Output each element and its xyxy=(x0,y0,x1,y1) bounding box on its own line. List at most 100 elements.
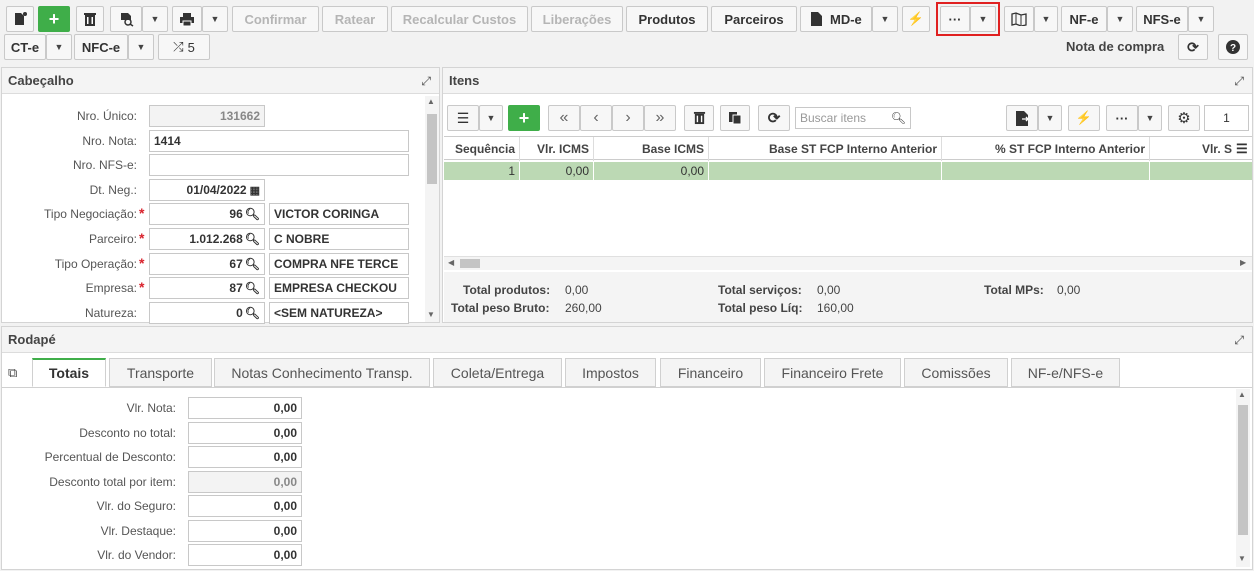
column-header-sequencia[interactable]: Sequência xyxy=(444,137,520,161)
parceiro-code-field[interactable]: 1.012.268 🔍︎ xyxy=(149,228,265,250)
map-dropdown[interactable]: ▼ xyxy=(1034,6,1058,32)
cabecalho-scrollbar[interactable]: ▲ ▼ xyxy=(425,96,439,322)
cte-button[interactable]: CT-e xyxy=(4,34,46,60)
vlr-vendor-field[interactable]: 0,00 xyxy=(188,544,302,566)
scroll-down-icon[interactable]: ▼ xyxy=(427,310,435,319)
scroll-thumb[interactable] xyxy=(1238,405,1248,535)
tipo-op-code-field[interactable]: 67 🔍︎ xyxy=(149,253,265,275)
document-search-button[interactable] xyxy=(110,6,142,32)
shuffle-button[interactable]: ⤮ 5 xyxy=(158,34,210,60)
export-dropdown[interactable]: ▼ xyxy=(1038,105,1062,131)
nfe-dropdown[interactable]: ▼ xyxy=(1107,6,1133,32)
search-icon[interactable]: 🔍︎ xyxy=(245,207,260,221)
tab-totais[interactable]: Totais xyxy=(32,358,106,387)
liberacoes-button[interactable]: Liberações xyxy=(531,6,623,32)
tab-comissoes[interactable]: Comissões xyxy=(904,358,1008,387)
nfce-dropdown[interactable]: ▼ xyxy=(128,34,154,60)
items-more-dropdown[interactable]: ▼ xyxy=(1138,105,1162,131)
page-number-input[interactable]: 1 xyxy=(1204,105,1249,131)
scroll-up-icon[interactable]: ▲ xyxy=(1238,390,1246,399)
natureza-code-field[interactable]: 0 🔍︎ xyxy=(149,302,265,324)
column-header-base-icms[interactable]: Base ICMS xyxy=(594,137,709,161)
vlr-seguro-field[interactable]: 0,00 xyxy=(188,495,302,517)
dt-neg-field[interactable]: 01/04/2022 ▦ xyxy=(149,179,265,201)
print-button[interactable] xyxy=(172,6,202,32)
expand-icon[interactable]: ⤢ xyxy=(1234,333,1244,348)
produtos-button[interactable]: Produtos xyxy=(626,6,708,32)
ratear-button[interactable]: Ratear xyxy=(322,6,388,32)
last-page-button[interactable]: » xyxy=(644,105,676,131)
nfse-button[interactable]: NFS-e xyxy=(1136,6,1188,32)
print-dropdown[interactable]: ▼ xyxy=(202,6,228,32)
column-menu-icon[interactable]: ☰ xyxy=(1236,141,1248,157)
scroll-thumb[interactable] xyxy=(460,259,480,268)
scroll-down-icon[interactable]: ▼ xyxy=(1238,554,1246,563)
refresh-items-button[interactable]: ⟳ xyxy=(758,105,790,131)
tipo-op-desc-field[interactable]: COMPRA NFE TERCE xyxy=(269,253,409,275)
mde-dropdown[interactable]: ▼ xyxy=(872,6,898,32)
expand-icon[interactable]: ⤢ xyxy=(1234,74,1244,89)
cte-dropdown[interactable]: ▼ xyxy=(46,34,72,60)
items-hscrollbar[interactable]: ◀ ▶ xyxy=(444,256,1252,270)
calendar-icon[interactable]: ▦ xyxy=(250,184,260,197)
column-header-vlr-s[interactable]: Vlr. S xyxy=(1150,137,1236,161)
tab-coleta-entrega[interactable]: Coleta/Entrega xyxy=(433,358,562,387)
vlr-destaque-field[interactable]: 0,00 xyxy=(188,520,302,542)
delete-button[interactable] xyxy=(76,6,104,32)
lightning-button[interactable]: ⚡ xyxy=(902,6,930,32)
prev-page-button[interactable]: ‹ xyxy=(580,105,612,131)
first-page-button[interactable]: « xyxy=(548,105,580,131)
column-header-pct-st-fcp[interactable]: % ST FCP Interno Anterior xyxy=(942,137,1150,161)
parceiro-desc-field[interactable]: C NOBRE xyxy=(269,228,409,250)
rodape-scrollbar[interactable]: ▲ ▼ xyxy=(1236,389,1250,567)
scroll-up-icon[interactable]: ▲ xyxy=(427,97,435,106)
nfce-button[interactable]: NFC-e xyxy=(74,34,128,60)
copy-item-button[interactable] xyxy=(720,105,750,131)
parceiros-button[interactable]: Parceiros xyxy=(711,6,797,32)
refresh-config-button[interactable]: ⟳ xyxy=(1178,34,1208,60)
scroll-thumb[interactable] xyxy=(427,114,437,184)
natureza-desc-field[interactable]: <SEM NATUREZA> xyxy=(269,302,409,324)
document-search-dropdown[interactable]: ▼ xyxy=(142,6,168,32)
table-row[interactable]: 1 0,00 0,00 xyxy=(444,162,1252,180)
add-button[interactable]: + xyxy=(38,6,70,32)
percentual-desconto-field[interactable]: 0,00 xyxy=(188,446,302,468)
tab-financeiro[interactable]: Financeiro xyxy=(660,358,761,387)
list-view-button[interactable]: ☰ xyxy=(447,105,479,131)
scroll-left-icon[interactable]: ◀ xyxy=(448,258,454,267)
search-items-input[interactable]: Buscar itens 🔍︎ xyxy=(795,107,911,129)
search-icon[interactable]: 🔍︎ xyxy=(245,232,260,246)
tab-impostos[interactable]: Impostos xyxy=(565,358,656,387)
nfse-dropdown[interactable]: ▼ xyxy=(1188,6,1214,32)
scroll-right-icon[interactable]: ▶ xyxy=(1240,258,1246,267)
nro-nota-field[interactable]: 1414 xyxy=(149,130,409,152)
empresa-desc-field[interactable]: EMPRESA CHECKOU xyxy=(269,277,409,299)
delete-item-button[interactable] xyxy=(684,105,714,131)
next-page-button[interactable]: › xyxy=(612,105,644,131)
column-header-vlr-icms[interactable]: Vlr. ICMS xyxy=(520,137,594,161)
settings-button[interactable]: ⚙ xyxy=(1168,105,1200,131)
items-lightning-button[interactable]: ⚡ xyxy=(1068,105,1100,131)
tab-nfe-nfse[interactable]: NF-e/NFS-e xyxy=(1011,358,1120,387)
mde-button[interactable]: MD-e xyxy=(800,6,872,32)
confirmar-button[interactable]: Confirmar xyxy=(232,6,319,32)
desconto-total-field[interactable]: 0,00 xyxy=(188,422,302,444)
recalcular-custos-button[interactable]: Recalcular Custos xyxy=(391,6,528,32)
tipo-neg-desc-field[interactable]: VICTOR CORINGA xyxy=(269,203,409,225)
items-more-button[interactable]: ··· xyxy=(1106,105,1138,131)
map-button[interactable] xyxy=(1004,6,1034,32)
search-icon[interactable]: 🔍︎ xyxy=(245,306,260,320)
search-icon[interactable]: 🔍︎ xyxy=(245,257,260,271)
nro-nfse-field[interactable] xyxy=(149,154,409,176)
expand-icon[interactable]: ⤢ xyxy=(421,74,431,89)
search-icon[interactable]: 🔍︎ xyxy=(245,281,260,295)
help-button[interactable]: ? xyxy=(1218,34,1248,60)
tab-financeiro-frete[interactable]: Financeiro Frete xyxy=(764,358,901,387)
vlr-nota-field[interactable]: 0,00 xyxy=(188,397,302,419)
new-document-button[interactable] xyxy=(6,6,34,32)
search-icon[interactable]: 🔍︎ xyxy=(891,111,906,125)
tipo-neg-code-field[interactable]: 96 🔍︎ xyxy=(149,203,265,225)
nfe-button[interactable]: NF-e xyxy=(1061,6,1107,32)
tab-notas-conhecimento[interactable]: Notas Conhecimento Transp. xyxy=(214,358,430,387)
add-item-button[interactable]: + xyxy=(508,105,540,131)
